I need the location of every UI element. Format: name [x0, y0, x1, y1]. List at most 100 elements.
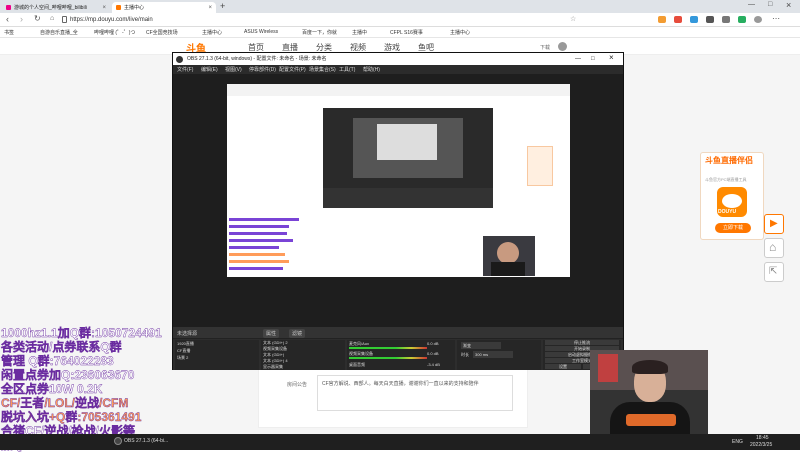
overlay-line [229, 232, 287, 235]
play-floating-button[interactable]: ▶ [764, 214, 784, 234]
duration-input[interactable]: 300 ms [473, 351, 513, 358]
profile-icon[interactable] [754, 16, 762, 23]
bookmark-item[interactable]: 主播中心 [202, 29, 222, 36]
obs-preview-area[interactable] [173, 74, 623, 327]
mixer-channel-db: 0.0 dB [427, 341, 439, 346]
promo-download-button[interactable]: 立即下载 [715, 223, 751, 233]
source-item[interactable]: 显示器采集 [263, 364, 283, 370]
menu-scene-collection[interactable]: 场景集合(S) [309, 66, 336, 73]
nested-docks [323, 188, 493, 208]
close-icon[interactable]: × [102, 5, 106, 11]
language-indicator[interactable]: ENG [732, 439, 743, 445]
nested-obs-window [323, 108, 493, 208]
bookmark-item[interactable]: ASUS Wireless [244, 29, 278, 35]
download-link[interactable]: 下载 [540, 44, 550, 51]
bookmark-item[interactable]: 主播中心 [450, 29, 470, 36]
menu-icon[interactable]: ⋯ [772, 14, 780, 23]
nested-preview [353, 118, 463, 178]
home-floating-button[interactable]: ⌂ [764, 238, 784, 258]
mixer-channel-db: 0.0 dB [427, 351, 439, 356]
source-toolbar: 未选择源 属性 滤镜 [173, 327, 623, 339]
menu-tools[interactable]: 工具(T) [339, 66, 355, 73]
obs-app-icon[interactable] [114, 437, 122, 445]
bookmark-item[interactable]: CF全国竞技场 [146, 29, 178, 36]
close-icon[interactable]: × [208, 5, 212, 11]
filters-button[interactable]: 滤镜 [289, 329, 306, 338]
promo-card: 斗鱼直播伴侣 斗鱼官方PC端直播工具 DOUYU 立即下载 [700, 152, 764, 240]
shirt-graphic [626, 414, 676, 426]
home-icon: ⌂ [769, 240, 777, 254]
avatar[interactable] [558, 42, 567, 51]
extension-icon[interactable] [706, 16, 714, 23]
settings-button[interactable]: 设置 [545, 364, 581, 369]
back-icon[interactable]: ‹ [6, 14, 9, 24]
plus-icon[interactable]: + [220, 1, 225, 11]
close-window-icon[interactable]: × [786, 0, 791, 10]
stop-streaming-button[interactable]: 停止推流 [545, 340, 619, 345]
overlay-line [229, 218, 299, 221]
nested-preview-inner [377, 124, 437, 160]
maximize-icon[interactable]: □ [591, 53, 595, 65]
home-icon[interactable]: ⌂ [50, 15, 54, 22]
extension-icon[interactable] [658, 16, 666, 23]
browser-tab[interactable]: 游城的个人空间_哔哩哔哩_bilibili × [2, 2, 110, 13]
menu-file[interactable]: 文件(F) [177, 66, 193, 73]
shirt-shape [491, 262, 525, 276]
maximize-icon[interactable]: □ [768, 1, 772, 8]
extension-icon[interactable] [738, 16, 746, 23]
lock-icon [62, 16, 67, 23]
star-icon[interactable]: ☆ [570, 15, 576, 23]
bookmark-item[interactable]: 自游自乐直播_全 [40, 29, 78, 36]
bookmark-item[interactable]: 主播中 [352, 29, 367, 36]
mixer-dock: 麦克风/Aux 0.0 dB 视频采集设备 0.0 dB 桌面音频 -3.4 d… [347, 340, 455, 370]
selected-source-label: 未选择源 [177, 331, 198, 337]
tab-label: 主播中心 [124, 5, 145, 11]
bookmark-item[interactable]: 哔哩哔哩 (゜-゜)つ [94, 29, 135, 36]
announcement-label: 房间公告 [287, 382, 308, 388]
transitions-dock: 渐变 时长 300 ms [457, 340, 541, 370]
share-floating-button[interactable]: ⇱ [764, 262, 784, 282]
properties-button[interactable]: 属性 [263, 329, 280, 338]
url-input[interactable]: https://mp.douyu.com/live/main [70, 15, 590, 25]
fish-icon [722, 194, 742, 208]
chair-shape [598, 354, 618, 382]
menu-view[interactable]: 视图(V) [225, 66, 242, 73]
announcement-text[interactable]: CF官方解说、西部人。每天白天直播，谢谢你们一直以来的支持和陪伴 [317, 375, 513, 411]
menu-docks[interactable]: 停靠部件(D) [249, 66, 276, 73]
taskbar-item[interactable]: OBS 27.1.3 (64-bi... [124, 438, 168, 444]
mixer-channel-db: -3.4 dB [427, 362, 440, 367]
clock-time[interactable]: 18:45 [756, 435, 769, 441]
transition-select[interactable]: 渐变 [461, 342, 501, 349]
overlay-line [229, 239, 293, 242]
bookmark-item[interactable]: 书签 [4, 29, 14, 36]
play-icon: ▶ [770, 218, 778, 229]
preview-canvas [227, 84, 570, 277]
obs-title-bar: OBS 27.1.3 (64-bit, windows) - 配置文件: 未命名… [173, 53, 623, 65]
nested-overlay [227, 216, 305, 276]
browser-tab-active[interactable]: 主播中心 × [112, 2, 216, 13]
obs-docks: 未选择源 属性 滤镜 1920直播 CF直播 场景 2 文本 (GDI+) 2 … [173, 327, 623, 370]
windows-taskbar: OBS 27.1.3 (64-bi... ENG 18:45 2022/3/25 [0, 434, 800, 450]
nested-browser-chrome [227, 84, 570, 96]
close-icon[interactable]: × [609, 52, 614, 64]
scenes-dock: 1920直播 CF直播 场景 2 [175, 340, 259, 370]
minimize-icon[interactable]: — [748, 1, 755, 8]
duration-label: 时长 [461, 352, 469, 357]
bookmark-item[interactable]: 百度一下，你就 [302, 29, 337, 36]
stream-text-overlay: 1000hz1.1加Q群:1050724491 各类活动/点券联系Q群 管理 Q… [0, 320, 180, 452]
forward-icon[interactable]: › [20, 14, 23, 24]
menu-edit[interactable]: 编辑(E) [201, 66, 218, 73]
clock-date[interactable]: 2022/3/25 [750, 442, 772, 448]
nested-webcam [483, 236, 535, 276]
menu-profile[interactable]: 配置文件(P) [279, 66, 306, 73]
extension-icon[interactable] [674, 16, 682, 23]
minimize-icon[interactable]: — [575, 53, 581, 65]
extension-icon[interactable] [722, 16, 730, 23]
reload-icon[interactable]: ↻ [34, 14, 41, 23]
hair-shape [632, 360, 668, 374]
extension-icon[interactable] [690, 16, 698, 23]
share-icon: ⇱ [769, 266, 778, 277]
menu-help[interactable]: 帮助(H) [363, 66, 380, 73]
bookmark-item[interactable]: CFPL S16赛事 [390, 29, 423, 36]
address-bar: ‹ › ↻ ⌂ https://mp.douyu.com/live/main ☆… [0, 13, 800, 27]
